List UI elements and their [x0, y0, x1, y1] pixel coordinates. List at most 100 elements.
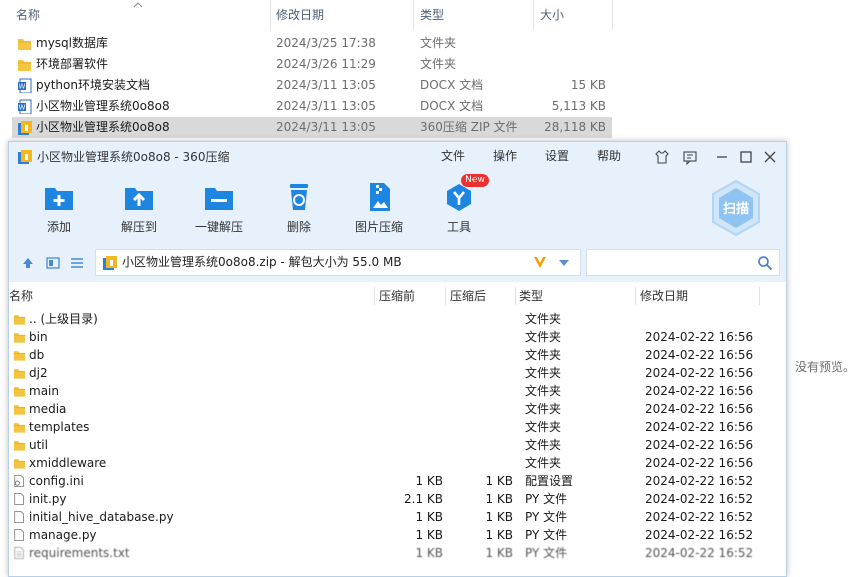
archive-file-row[interactable]: initial_hive_database.py 1 KB 1 KB PY 文件 202…: [9, 508, 786, 526]
entry-size-before: 1 KB: [415, 528, 443, 542]
entry-type: 文件夹: [525, 456, 562, 470]
col-name[interactable]: 名称: [9, 283, 33, 309]
delete-label: 删除: [286, 220, 311, 234]
entry-name: media: [29, 402, 67, 416]
scan-button[interactable]: 扫描: [709, 178, 763, 238]
folder-icon: [13, 459, 26, 469]
entry-size-before: 1 KB: [415, 474, 443, 488]
zip-archive-icon: [103, 256, 117, 270]
explorer-file-row[interactable]: W 小区物业管理系统0o8o8 2024/3/11 13:05 DOCX 文档 5,11…: [12, 96, 612, 117]
word-doc-icon: W: [18, 78, 32, 93]
entry-type: 文件夹: [525, 330, 562, 344]
menu-file[interactable]: 文件: [441, 142, 465, 170]
column-date[interactable]: 修改日期: [272, 0, 324, 30]
folder-icon: [18, 39, 31, 50]
archive-file-row[interactable]: xmiddleware 文件夹 2024-02-22 16:56: [9, 454, 786, 472]
col-before[interactable]: 压缩前: [379, 283, 415, 309]
col-date[interactable]: 修改日期: [640, 283, 688, 309]
verified-v-icon[interactable]: [532, 254, 548, 270]
entry-name: requirements.txt: [29, 546, 130, 560]
entry-type: PY 文件: [525, 546, 568, 560]
entry-name: xmiddleware: [29, 456, 107, 470]
archive-file-row[interactable]: media 文件夹 2024-02-22 16:56: [9, 400, 786, 418]
list-view-icon[interactable]: [69, 255, 85, 271]
folder-icon: [13, 333, 26, 343]
menu-settings[interactable]: 设置: [545, 142, 569, 170]
folder-icon: [13, 369, 26, 379]
explorer-file-row[interactable]: Wpython环境安装文档 2024/3/11 13:05 DOCX 文档 15 KB: [12, 75, 612, 96]
archive-file-row[interactable]: requirements.txt 1 KB 1 KB PY 文件 2024-02-22 …: [9, 544, 786, 562]
entry-date: 2024-02-22 16:52: [645, 474, 754, 488]
folder-icon: [13, 351, 26, 361]
up-arrow-icon[interactable]: [20, 255, 36, 271]
archive-file-row[interactable]: db 文件夹 2024-02-22 16:56: [9, 346, 786, 364]
title-bar[interactable]: 小区物业管理系统0o8o8 - 360压缩 文件 操作 设置 帮助: [9, 142, 786, 172]
word-doc-icon: W: [18, 99, 32, 114]
file-size: 28,118 KB: [544, 120, 606, 134]
svg-text:W: W: [19, 104, 26, 112]
file-date: 2024/3/26 11:29: [276, 57, 376, 71]
archive-file-row[interactable]: templates 文件夹 2024-02-22 16:56: [9, 418, 786, 436]
entry-type: 配置设置: [525, 474, 574, 488]
archive-file-row[interactable]: init.py 2.1 KB 1 KB PY 文件 2024-02-22 16:52: [9, 490, 786, 508]
skin-shirt-icon[interactable]: [654, 149, 670, 165]
entry-date: 2024-02-22 16:52: [645, 492, 754, 506]
tools-button[interactable]: New 工具: [424, 172, 494, 244]
column-name[interactable]: 名称: [12, 0, 40, 30]
entry-size-before: 2.1 KB: [404, 492, 443, 506]
maximize-icon[interactable]: [738, 149, 754, 165]
file-name: 小区物业管理系统0o8o8: [36, 99, 170, 113]
file-size: 5,113 KB: [551, 99, 606, 113]
delete-button[interactable]: 删除: [264, 172, 334, 244]
archive-file-row[interactable]: util 文件夹 2024-02-22 16:56: [9, 436, 786, 454]
image-compress-button[interactable]: 图片压缩: [344, 172, 414, 244]
extract-to-button[interactable]: 解压到: [104, 172, 174, 244]
entry-date: 2024-02-22 16:52: [645, 510, 754, 524]
search-input[interactable]: [586, 249, 780, 276]
menu-operate[interactable]: 操作: [493, 142, 517, 170]
zip-app-logo-icon: [18, 150, 32, 164]
entry-name: .. (上级目录): [29, 312, 98, 326]
entry-name: db: [29, 348, 45, 362]
entry-date: 2024-02-22 16:56: [645, 456, 754, 470]
explorer-file-row[interactable]: 小区物业管理系统0o8o8 2024/3/11 13:05 360压缩 ZIP 文件…: [12, 117, 612, 138]
file-list-header: 名称 压缩前 压缩后 类型 修改日期: [9, 283, 786, 307]
folder-icon: [13, 315, 26, 325]
column-type[interactable]: 类型: [416, 0, 444, 30]
add-button[interactable]: 添加: [24, 172, 94, 244]
preview-message: 没有预览。: [795, 360, 856, 374]
file-type: 文件夹: [420, 36, 457, 50]
entry-size-before: 1 KB: [415, 510, 443, 524]
file-date: 2024/3/11 13:05: [276, 120, 376, 134]
entry-date: 2024-02-22 16:56: [645, 330, 754, 344]
archive-file-row[interactable]: main 文件夹 2024-02-22 16:56: [9, 382, 786, 400]
archive-file-row[interactable]: dj2 文件夹 2024-02-22 16:56: [9, 364, 786, 382]
archive-file-row[interactable]: .. (上级目录) 文件夹: [9, 310, 786, 328]
col-after[interactable]: 压缩后: [450, 283, 486, 309]
archive-file-row[interactable]: bin 文件夹 2024-02-22 16:56: [9, 328, 786, 346]
archive-file-row[interactable]: config.ini 1 KB 1 KB 配置设置 2024-02-22 16:52: [9, 472, 786, 490]
entry-size-after: 1 KB: [485, 528, 513, 542]
file-date: 2024/3/11 13:05: [276, 78, 376, 92]
explorer-file-row[interactable]: mysql数据库 2024/3/25 17:38 文件夹: [12, 33, 612, 54]
explorer-file-row[interactable]: 环境部署软件 2024/3/26 11:29 文件夹: [12, 54, 612, 75]
file-icon: [14, 510, 24, 524]
chevron-down-icon[interactable]: [558, 259, 570, 267]
delete-icon: [290, 184, 308, 210]
path-field[interactable]: 小区物业管理系统0o8o8.zip - 解包大小为 55.0 MB: [95, 249, 581, 276]
archive-file-row[interactable]: manage.py 1 KB 1 KB PY 文件 2024-02-22 16:52: [9, 526, 786, 544]
entry-date: 2024-02-22 16:56: [645, 348, 754, 362]
image-compress-icon: [370, 183, 390, 211]
close-icon[interactable]: [762, 149, 778, 165]
sort-ascending-icon: [133, 2, 143, 8]
detail-view-icon[interactable]: [45, 255, 61, 271]
menu-help[interactable]: 帮助: [597, 142, 621, 170]
col-type[interactable]: 类型: [519, 283, 543, 309]
feedback-icon[interactable]: [682, 149, 698, 165]
entry-type: 文件夹: [525, 348, 562, 362]
file-date: 2024/3/11 13:05: [276, 99, 376, 113]
search-icon[interactable]: [757, 255, 773, 271]
column-size[interactable]: 大小: [536, 0, 564, 30]
minimize-icon[interactable]: [714, 149, 730, 165]
one-click-extract-button[interactable]: 一键解压: [184, 172, 254, 244]
